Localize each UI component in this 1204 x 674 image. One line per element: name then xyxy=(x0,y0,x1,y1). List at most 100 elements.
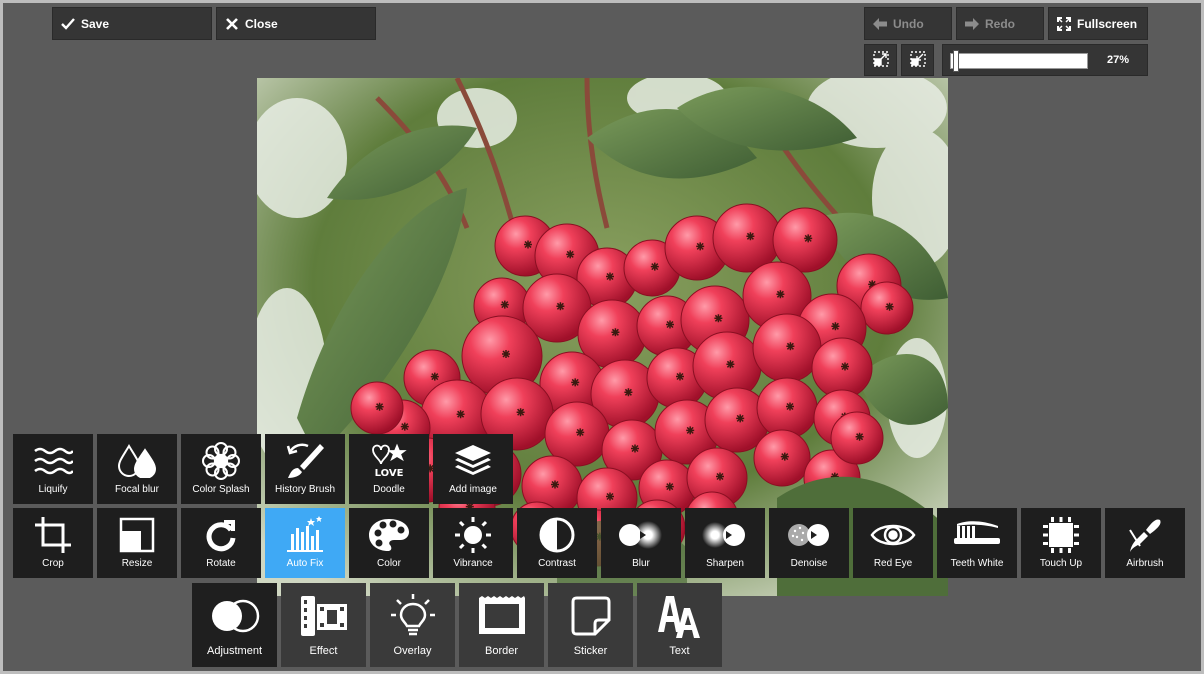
tool-add-image[interactable]: Add image xyxy=(433,434,513,504)
tool-touch-up[interactable]: Touch Up xyxy=(1021,508,1101,578)
tool-label: Rotate xyxy=(206,558,236,569)
tool-teeth-white[interactable]: Teeth White xyxy=(937,508,1017,578)
tool-label: History Brush xyxy=(274,484,335,495)
denoise-icon xyxy=(786,512,832,558)
tool-label: Doodle xyxy=(373,484,405,495)
zoom-slider-thumb[interactable] xyxy=(952,50,959,72)
tool-sharpen[interactable]: Sharpen xyxy=(685,508,765,578)
category-text[interactable]: Text xyxy=(637,583,722,667)
toothbrush-icon xyxy=(952,512,1002,558)
berry-calyx xyxy=(566,250,575,259)
tool-doodle[interactable]: LOVE Doodle xyxy=(349,434,429,504)
berry-calyx xyxy=(831,322,840,331)
eye-icon xyxy=(870,512,916,558)
berry-calyx xyxy=(855,432,864,441)
waves-icon xyxy=(33,438,73,484)
berry-calyx xyxy=(624,388,633,397)
tool-color-splash[interactable]: Color Splash xyxy=(181,434,261,504)
berry xyxy=(811,337,873,399)
checkmark-icon xyxy=(61,17,75,31)
tool-label: Red Eye xyxy=(873,558,913,569)
tool-history-brush[interactable]: History Brush xyxy=(265,434,345,504)
berry-calyx xyxy=(400,422,409,431)
berry-calyx xyxy=(606,272,614,281)
berry-calyx xyxy=(571,378,580,387)
brush-icon xyxy=(286,438,324,484)
tool-label: Resize xyxy=(121,558,153,569)
tool-label: Contrast xyxy=(538,558,576,569)
category-adjustment[interactable]: Adjustment xyxy=(192,583,277,667)
berry-calyx xyxy=(375,402,384,411)
tool-label: Airbrush xyxy=(1126,558,1164,569)
category-label: Sticker xyxy=(573,645,608,657)
redo-button[interactable]: Redo xyxy=(956,7,1044,40)
touchup-icon xyxy=(1041,512,1081,558)
berry xyxy=(752,313,822,383)
text-icon xyxy=(656,587,704,645)
tool-red-eye[interactable]: Red Eye xyxy=(853,508,933,578)
berry-calyx xyxy=(524,240,532,249)
flower-icon xyxy=(202,438,240,484)
sticker-icon xyxy=(569,587,613,645)
fullscreen-button[interactable]: Fullscreen xyxy=(1048,7,1148,40)
autofix-icon xyxy=(285,512,325,558)
tool-contrast[interactable]: Contrast xyxy=(517,508,597,578)
close-button[interactable]: Close xyxy=(216,7,376,40)
berry-calyx xyxy=(714,314,723,323)
tool-color[interactable]: Color xyxy=(349,508,429,578)
berry-calyx xyxy=(841,362,849,371)
category-border[interactable]: Border xyxy=(459,583,544,667)
category-overlay[interactable]: Overlay xyxy=(370,583,455,667)
berry-calyx xyxy=(746,232,755,241)
save-label: Save xyxy=(81,16,110,31)
tool-rotate[interactable]: Rotate xyxy=(181,508,261,578)
resize-icon xyxy=(119,512,155,558)
tool-focal-blur[interactable]: Focal blur xyxy=(97,434,177,504)
category-label: Text xyxy=(669,645,690,657)
actual-size-button[interactable] xyxy=(901,44,934,76)
doodle-icon: LOVE xyxy=(369,438,409,484)
tool-blur[interactable]: Blur xyxy=(601,508,681,578)
category-label: Overlay xyxy=(393,645,432,657)
zoom-slider[interactable] xyxy=(950,50,1088,72)
tool-label: Liquify xyxy=(38,484,68,495)
berry-calyx xyxy=(716,472,724,481)
category-label: Border xyxy=(484,645,519,657)
berry xyxy=(350,381,404,435)
tool-resize[interactable]: Resize xyxy=(97,508,177,578)
berry-calyx xyxy=(516,408,525,417)
tool-crop[interactable]: Crop xyxy=(13,508,93,578)
berry xyxy=(830,411,884,465)
blur-icon xyxy=(618,512,664,558)
svg-text:LOVE: LOVE xyxy=(375,468,404,479)
tool-label: Denoise xyxy=(790,558,828,569)
film-icon xyxy=(299,587,349,645)
drops-icon xyxy=(117,438,157,484)
undo-button[interactable]: Undo xyxy=(864,7,952,40)
redo-label: Redo xyxy=(985,16,1015,31)
tool-liquify[interactable]: Liquify xyxy=(13,434,93,504)
berry-calyx xyxy=(500,300,509,309)
berry-calyx xyxy=(665,482,674,491)
tool-label: Add image xyxy=(449,484,497,495)
fit-to-screen-button[interactable] xyxy=(864,44,897,76)
tool-vibrance[interactable]: Vibrance xyxy=(433,508,513,578)
berry-calyx xyxy=(606,492,614,501)
sun-icon xyxy=(453,512,493,558)
berry-calyx xyxy=(611,328,620,337)
berry-calyx xyxy=(885,302,894,311)
category-sticker[interactable]: Sticker xyxy=(548,583,633,667)
berry xyxy=(753,429,811,487)
berry-calyx xyxy=(804,234,813,243)
save-button[interactable]: Save xyxy=(52,7,212,40)
tool-auto-fix[interactable]: Auto Fix xyxy=(265,508,345,578)
zoom-control: 27% xyxy=(942,44,1148,76)
tool-denoise[interactable]: Denoise xyxy=(769,508,849,578)
category-effect[interactable]: Effect xyxy=(281,583,366,667)
berry-calyx xyxy=(776,290,785,299)
bulb-icon xyxy=(389,587,437,645)
berry-calyx xyxy=(786,402,794,411)
berry-calyx xyxy=(456,410,465,419)
category-label: Effect xyxy=(309,645,338,657)
tool-airbrush[interactable]: Airbrush xyxy=(1105,508,1185,578)
